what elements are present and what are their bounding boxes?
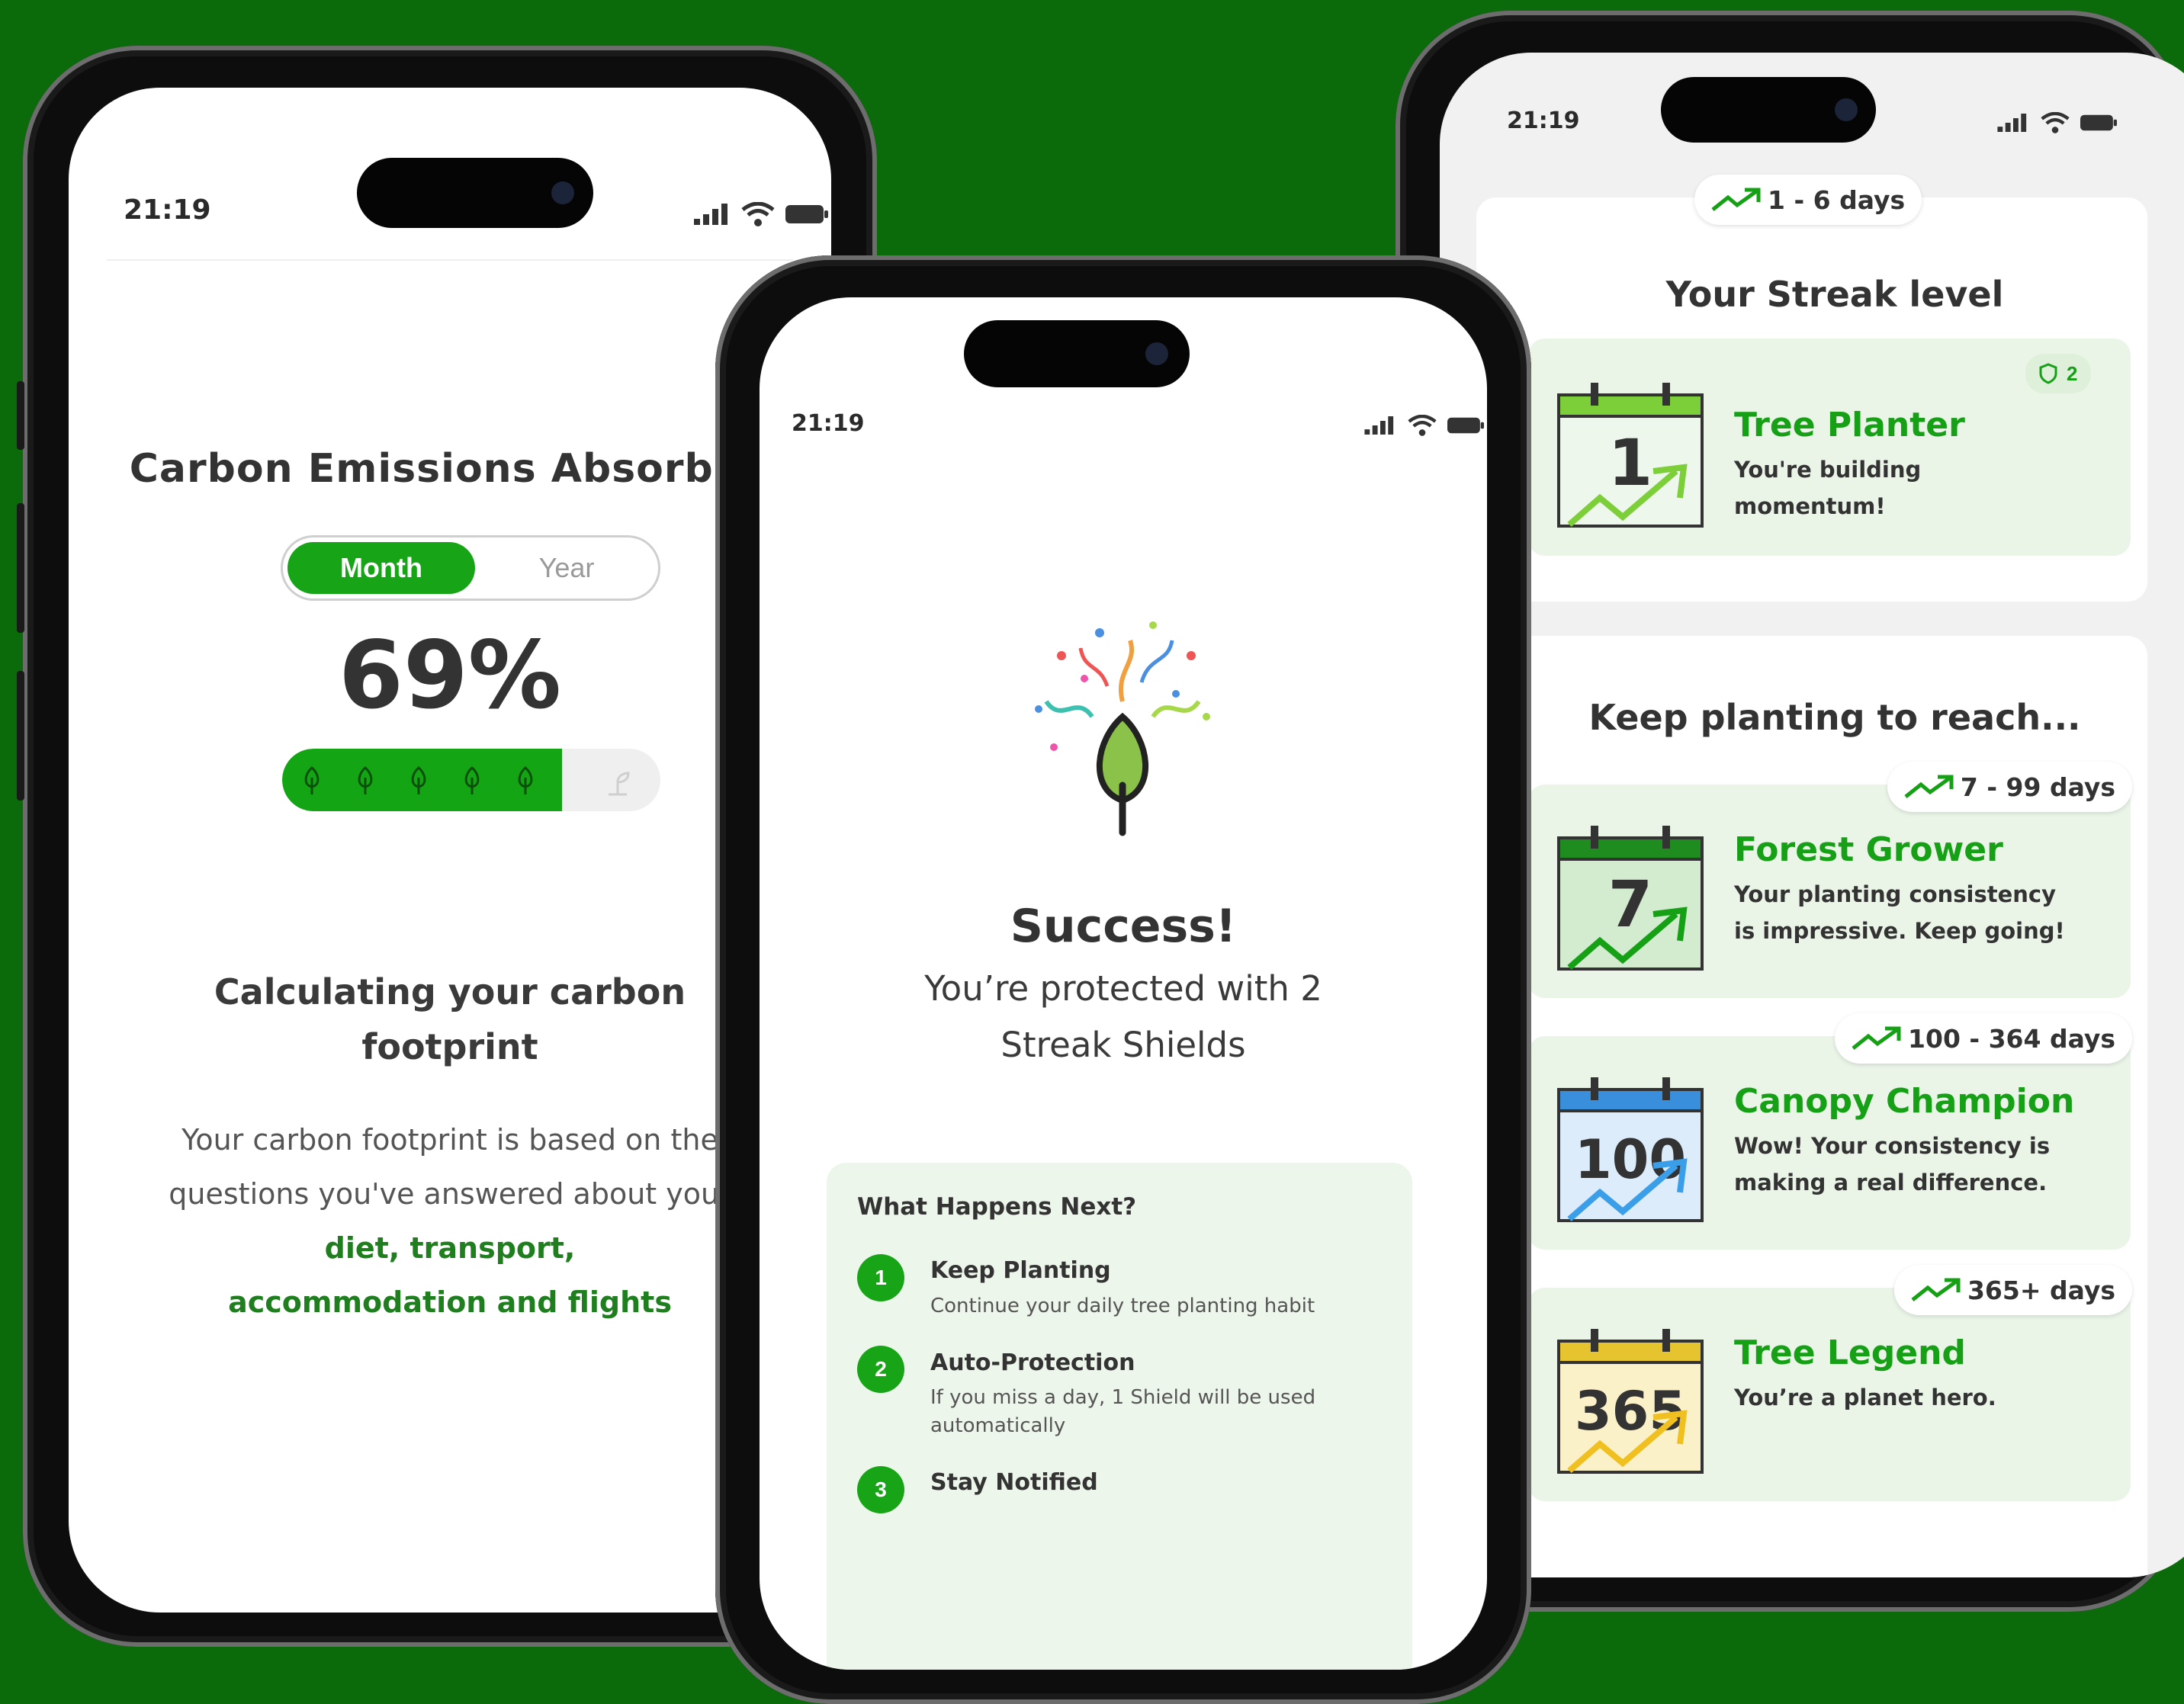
toggle-month[interactable]: Month: [287, 542, 475, 594]
wifi-icon: [2041, 112, 2070, 133]
calculating-description: Your carbon footprint is based on the qu…: [145, 1113, 755, 1330]
step-number: 3: [857, 1466, 904, 1513]
level-description: Your planting consistency is impressive.…: [1734, 881, 2065, 944]
current-range-pill: 1 - 6 days: [1694, 175, 1922, 225]
step-title: Keep Planting: [930, 1257, 1111, 1284]
status-time: 21:19: [792, 410, 865, 437]
step-title: Stay Notified: [930, 1469, 1098, 1496]
header-divider: [107, 259, 793, 261]
status-time: 21:19: [124, 194, 211, 226]
trend-up-icon: [1904, 775, 1954, 798]
current-level-card: 1 2 Tree Planter You're building momentu…: [1528, 339, 2131, 556]
what-happens-next-box: What Happens Next? 1 Keep Planting Conti…: [827, 1163, 1412, 1670]
tree-icon: [411, 765, 426, 794]
calc-highlight-diet: diet, transport,: [324, 1231, 576, 1265]
tree-icon: [358, 765, 373, 794]
wifi-icon: [1408, 415, 1437, 436]
step-number: 2: [857, 1346, 904, 1393]
level-name: Canopy Champion: [1734, 1082, 2075, 1121]
level-description: You’re a planet hero.: [1734, 1385, 1996, 1410]
status-time: 21:19: [1507, 108, 1580, 134]
level-card: 100 Canopy Champion Wow! Your consistenc…: [1528, 1036, 2131, 1250]
level-range: 365+ days: [1967, 1275, 2115, 1305]
signal-icon: [1997, 114, 2027, 132]
phone-side-button: [17, 671, 24, 801]
shield-count: 2: [2067, 361, 2078, 385]
calendar-day: 100: [1575, 1128, 1686, 1191]
signal-icon: [1364, 416, 1394, 435]
trend-up-icon: [1711, 188, 1761, 211]
phone-screen: 21:19 Your Streak level 1 2 Tree Planter…: [1440, 53, 2184, 1577]
phone-side-button: [17, 381, 24, 450]
level-name: Tree Planter: [1734, 406, 1965, 444]
dynamic-island: [964, 320, 1190, 387]
dynamic-island: [357, 158, 593, 228]
tree-icon: [518, 765, 533, 794]
next-title: What Happens Next?: [857, 1193, 1137, 1221]
period-toggle[interactable]: Month Year: [281, 535, 660, 601]
tree-icon: [304, 765, 320, 794]
calc-highlight-accommodation: accommodation and flights: [228, 1285, 672, 1319]
calendar-day: 1: [1608, 425, 1652, 500]
phone-screen: 21:19 Success! You’re protected with 2 S…: [760, 297, 1487, 1670]
level-card: 7 Forest Grower Your planting consistenc…: [1528, 785, 2131, 998]
level-card: 365 Tree Legend You’re a planet hero.: [1528, 1288, 2131, 1501]
battery-icon: [1447, 417, 1484, 434]
phone-side-button: [17, 503, 24, 633]
calc-body-text: Your carbon footprint is based on the qu…: [169, 1123, 731, 1211]
trend-up-icon: [1852, 1026, 1901, 1050]
level-name: Forest Grower: [1734, 830, 2003, 869]
level-range-pill: 365+ days: [1893, 1265, 2132, 1315]
level-range-pill: 7 - 99 days: [1887, 762, 2132, 812]
calendar-day: 7: [1608, 867, 1652, 942]
step-title: Auto-Protection: [930, 1349, 1135, 1376]
calendar-day: 365: [1575, 1380, 1686, 1442]
status-icons: [1363, 415, 1484, 436]
level-range: 7 - 99 days: [1960, 772, 2115, 802]
battery-icon: [785, 205, 828, 223]
phone-success: 21:19 Success! You’re protected with 2 S…: [715, 255, 1531, 1704]
calendar-icon: 1: [1557, 383, 1704, 528]
toggle-year[interactable]: Year: [483, 542, 650, 594]
battery-icon: [2080, 114, 2117, 131]
step-description: If you miss a day, 1 Shield will be used…: [930, 1386, 1316, 1437]
tree-icon: [464, 765, 480, 794]
streak-title: Your Streak level: [1665, 274, 2004, 315]
level-range: 100 - 364 days: [1908, 1023, 2115, 1054]
calendar-icon: 7: [1557, 826, 1704, 971]
status-icons: [1996, 112, 2117, 133]
calendar-icon: 100: [1557, 1077, 1704, 1222]
upcoming-levels-card: Keep planting to reach... 7 Forest Growe…: [1476, 636, 2147, 1577]
current-streak-card: Your Streak level 1 2 Tree Planter You'r…: [1476, 175, 2147, 602]
shield-count-badge: 2: [2025, 354, 2092, 393]
wifi-icon: [741, 202, 775, 226]
level-description: Wow! Your consistency is making a real d…: [1734, 1133, 2051, 1195]
trend-up-icon: [1911, 1278, 1961, 1301]
absorption-progress-bar: [282, 749, 660, 811]
success-title: Success!: [1010, 900, 1237, 953]
calculating-title: Calculating your carbon footprint: [214, 971, 686, 1067]
step-number: 1: [857, 1254, 904, 1301]
sprout-icon: [609, 772, 630, 796]
celebration-tree-icon: [1035, 621, 1210, 836]
status-icons: [694, 202, 828, 226]
level-name: Tree Legend: [1734, 1333, 1966, 1372]
signal-icon: [694, 204, 727, 225]
step-description: Continue your daily tree planting habit: [930, 1295, 1315, 1317]
protected-message: You’re protected with 2 Streak Shields: [924, 968, 1322, 1065]
level-range-pill: 100 - 364 days: [1835, 1013, 2132, 1064]
level-description: You're building momentum!: [1734, 457, 1922, 519]
reach-title: Keep planting to reach...: [1588, 697, 2081, 738]
current-range: 1 - 6 days: [1768, 185, 1906, 215]
shield-icon: [2039, 363, 2057, 384]
dynamic-island: [1661, 77, 1876, 143]
calendar-icon: 365: [1557, 1329, 1704, 1474]
